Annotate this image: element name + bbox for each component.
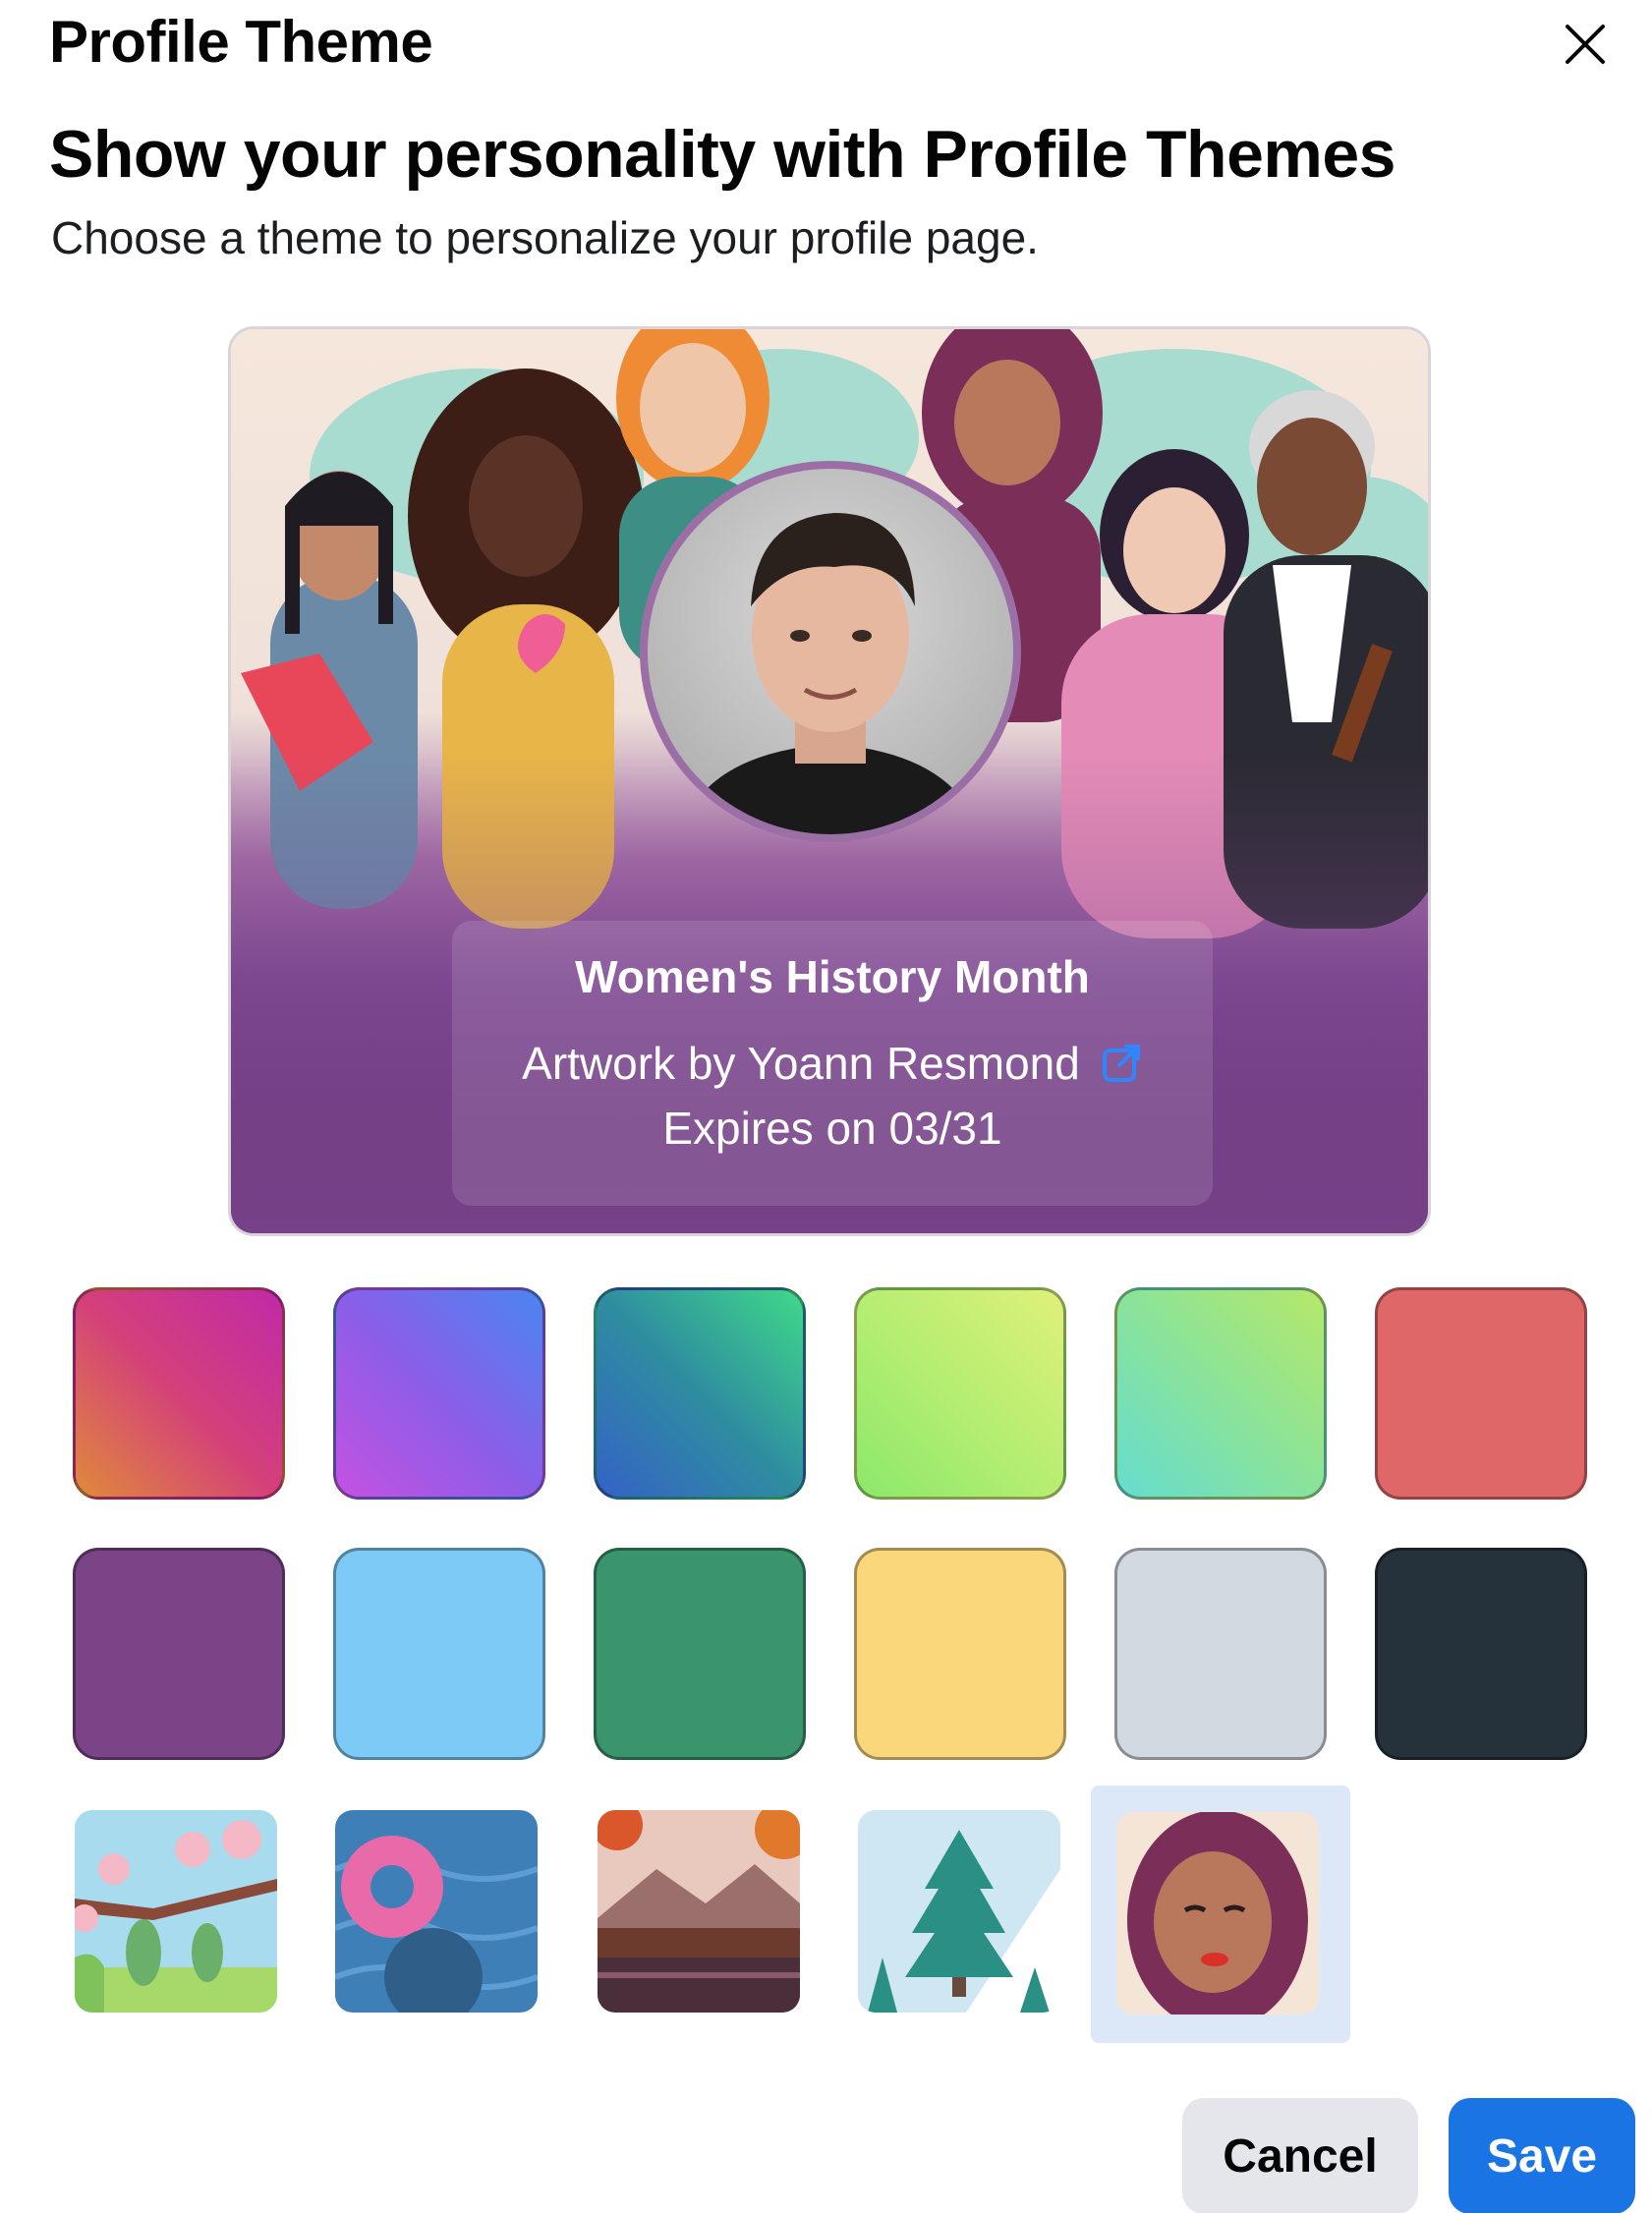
expiry-date: Expires on 03/31 [662, 1103, 1002, 1154]
profile-theme-dialog: Profile Theme Show your personality with… [0, 0, 1652, 2213]
artwork-credit-line: Artwork by Yoann Resmond [452, 1037, 1213, 1090]
winter-tree-image [858, 1810, 1060, 2013]
theme-preview: Women's History Month Artwork by Yoann R… [228, 326, 1431, 1236]
womens-history-theme[interactable] [1116, 1812, 1319, 2014]
color-swatch-mint-gradient[interactable] [1114, 1287, 1327, 1500]
color-swatch-green-solid[interactable] [594, 1548, 806, 1760]
pool-float-image [335, 1810, 538, 2013]
autumn-lake-theme[interactable] [598, 1810, 800, 2013]
color-swatch-sky-solid[interactable] [333, 1548, 545, 1760]
subtitle: Choose a theme to personalize your profi… [51, 212, 1039, 263]
winter-tree-theme[interactable] [858, 1810, 1060, 2013]
theme-info-card: Women's History Month Artwork by Yoann R… [452, 921, 1213, 1206]
color-swatch-coral-solid[interactable] [1375, 1287, 1587, 1500]
color-swatch-silver-solid[interactable] [1114, 1548, 1327, 1760]
dialog-title: Profile Theme [49, 9, 433, 75]
artwork-credit: Artwork by Yoann Resmond [522, 1038, 1080, 1089]
color-swatch-plum-solid[interactable] [73, 1548, 285, 1760]
color-swatch-sunset-gradient[interactable] [73, 1287, 285, 1500]
color-swatch-purple-blue-gradient[interactable] [333, 1287, 545, 1500]
womens-history-image [1116, 1812, 1319, 2014]
pool-float-theme[interactable] [335, 1810, 538, 2013]
color-swatch-charcoal-solid[interactable] [1375, 1548, 1587, 1760]
profile-photo [640, 461, 1021, 842]
close-icon [1566, 25, 1605, 64]
color-swatch-blue-green-gradient[interactable] [594, 1287, 806, 1500]
color-swatch-lime-gradient[interactable] [854, 1287, 1066, 1500]
headline: Show your personality with Profile Theme… [49, 117, 1396, 192]
cherry-blossom-theme[interactable] [75, 1810, 277, 2013]
color-swatch-yellow-solid[interactable] [854, 1548, 1066, 1760]
save-button[interactable]: Save [1449, 2098, 1635, 2213]
cherry-blossom-image [75, 1810, 277, 2013]
theme-name: Women's History Month [575, 951, 1090, 1002]
cancel-button[interactable]: Cancel [1182, 2098, 1418, 2213]
external-link-icon[interactable] [1100, 1042, 1143, 1085]
close-button[interactable] [1553, 12, 1618, 77]
autumn-lake-image [598, 1810, 800, 2013]
